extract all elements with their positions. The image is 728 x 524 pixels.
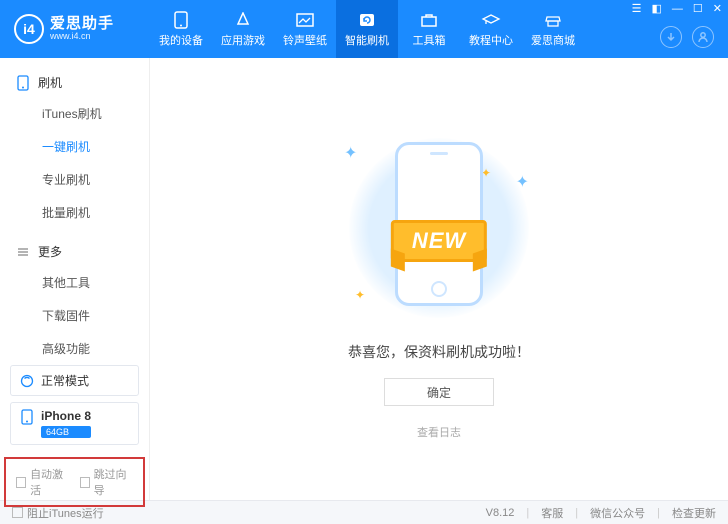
- nav-store[interactable]: 爱思商城: [522, 0, 584, 58]
- support-link[interactable]: 客服: [541, 505, 563, 521]
- success-message: 恭喜您，保资料刷机成功啦！: [348, 342, 530, 362]
- checkbox-icon: [80, 477, 90, 488]
- top-nav: 我的设备 应用游戏 铃声壁纸 智能刷机 工具箱 教程中心 爱思商城: [150, 0, 584, 58]
- app-title: 爱思助手: [50, 16, 114, 33]
- account-button[interactable]: [692, 26, 714, 48]
- nav-apps[interactable]: 应用游戏: [212, 0, 274, 58]
- store-icon: [543, 11, 563, 29]
- more-icon: [16, 245, 30, 259]
- new-ribbon: NEW: [391, 220, 487, 262]
- minimize-button[interactable]: —: [672, 4, 683, 15]
- window-controls: ☰ ◧ — ☐ ✕: [632, 4, 722, 15]
- refresh-icon: [357, 11, 377, 29]
- apps-icon: [233, 11, 253, 29]
- bottom-options-highlight: 自动激活 跳过向导: [4, 457, 145, 507]
- device-box[interactable]: iPhone 8 64GB: [10, 402, 139, 445]
- menu-button[interactable]: ☰: [632, 4, 642, 15]
- nav-tutorials[interactable]: 教程中心: [460, 0, 522, 58]
- skip-guide-checkbox[interactable]: 跳过向导: [80, 466, 134, 498]
- maximize-button[interactable]: ☐: [693, 4, 703, 15]
- auto-activate-checkbox[interactable]: 自动激活: [16, 466, 70, 498]
- section-flash[interactable]: 刷机: [0, 68, 149, 97]
- graduation-icon: [481, 11, 501, 29]
- mode-box[interactable]: 正常模式: [10, 365, 139, 396]
- sub-download-fw[interactable]: 下载固件: [0, 299, 149, 332]
- sidebar: 刷机 iTunes刷机 一键刷机 专业刷机 批量刷机 更多 其他工具 下载固件 …: [0, 58, 150, 500]
- storage-badge: 64GB: [41, 426, 91, 438]
- sub-advanced[interactable]: 高级功能: [0, 332, 149, 365]
- phone-icon: [171, 11, 191, 29]
- section-more[interactable]: 更多: [0, 237, 149, 266]
- nav-ringtones[interactable]: 铃声壁纸: [274, 0, 336, 58]
- skin-button[interactable]: ◧: [652, 4, 662, 15]
- toolbox-icon: [419, 11, 439, 29]
- check-update-link[interactable]: 检查更新: [672, 505, 716, 521]
- device-icon: [16, 75, 30, 91]
- device-name: iPhone 8: [41, 409, 91, 423]
- block-itunes-checkbox[interactable]: 阻止iTunes运行: [12, 505, 104, 521]
- main-panel: ✦✦✦✦ NEW 恭喜您，保资料刷机成功啦！ 确定 查看日志: [150, 58, 728, 500]
- nav-flash[interactable]: 智能刷机: [336, 0, 398, 58]
- logo-badge: i4: [14, 14, 44, 44]
- checkbox-icon: [12, 507, 23, 518]
- nav-my-device[interactable]: 我的设备: [150, 0, 212, 58]
- device-icon-small: [19, 409, 35, 425]
- version-label: V8.12: [486, 507, 515, 519]
- app-subtitle: www.i4.cn: [50, 32, 114, 42]
- sub-oneclick-flash[interactable]: 一键刷机: [0, 130, 149, 163]
- app-logo: i4 爱思助手 www.i4.cn: [0, 14, 150, 44]
- sub-other-tools[interactable]: 其他工具: [0, 266, 149, 299]
- wechat-link[interactable]: 微信公众号: [590, 505, 645, 521]
- sub-batch-flash[interactable]: 批量刷机: [0, 196, 149, 229]
- normal-mode-icon: [19, 373, 35, 389]
- mode-label: 正常模式: [41, 372, 89, 389]
- view-log-link[interactable]: 查看日志: [417, 424, 461, 440]
- sub-pro-flash[interactable]: 专业刷机: [0, 163, 149, 196]
- image-icon: [295, 11, 315, 29]
- download-button[interactable]: [660, 26, 682, 48]
- close-button[interactable]: ✕: [713, 4, 722, 15]
- ok-button[interactable]: 确定: [384, 378, 494, 406]
- sub-itunes-flash[interactable]: iTunes刷机: [0, 97, 149, 130]
- success-illustration: ✦✦✦✦ NEW: [319, 118, 559, 338]
- checkbox-icon: [16, 477, 26, 488]
- nav-toolbox[interactable]: 工具箱: [398, 0, 460, 58]
